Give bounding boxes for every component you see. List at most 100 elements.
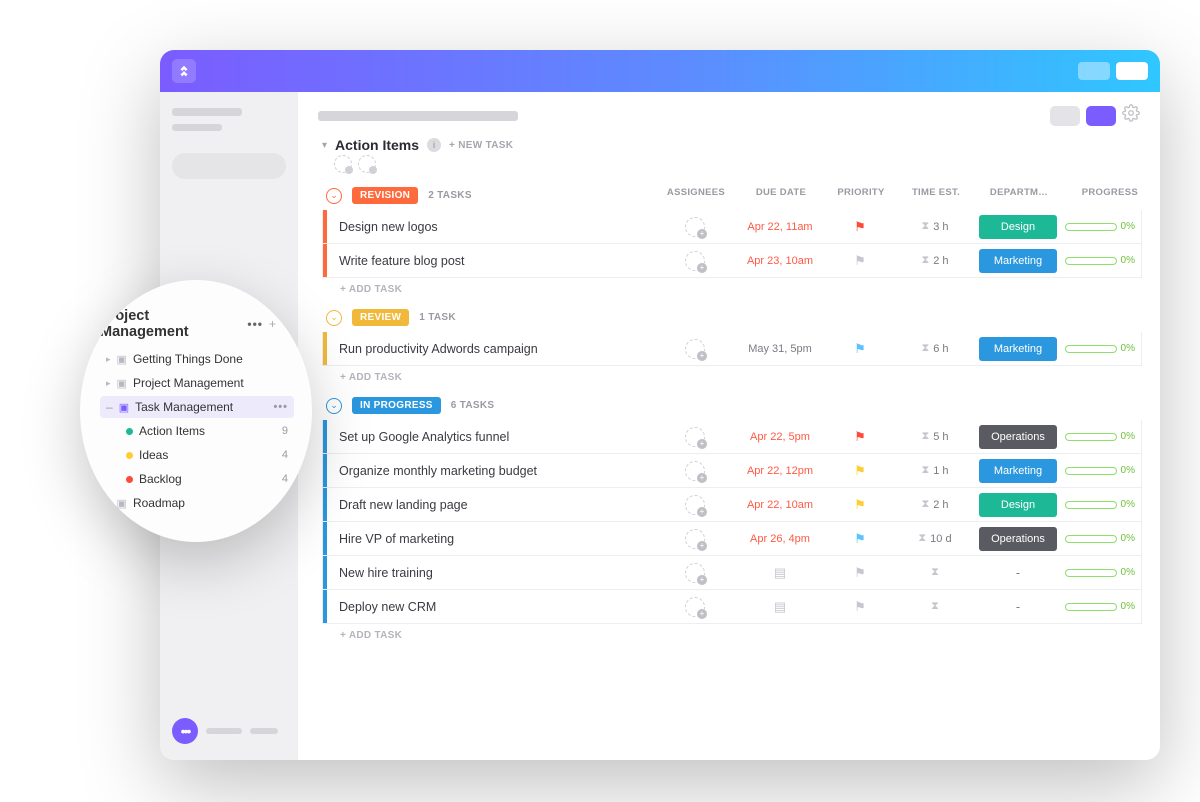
calendar-icon[interactable]: ▤ xyxy=(774,565,786,581)
task-row[interactable]: Run productivity Adwords campaign May 31… xyxy=(322,332,1142,366)
task-title[interactable]: Design new logos xyxy=(327,220,655,234)
priority-flag-icon[interactable]: ⚑ xyxy=(854,599,866,615)
department-empty[interactable]: - xyxy=(1016,600,1020,614)
priority-flag-icon[interactable]: ⚑ xyxy=(854,341,866,357)
collapse-icon[interactable]: ⌄ xyxy=(326,398,342,414)
sidebar-folder[interactable]: ▸▣Getting Things Done xyxy=(100,348,294,370)
department-empty[interactable]: - xyxy=(1016,566,1020,580)
due-date-cell[interactable]: May 31, 5pm xyxy=(735,343,825,355)
sidebar-search[interactable] xyxy=(172,153,286,179)
collapse-caret-icon[interactable]: ▾ xyxy=(322,140,327,151)
more-icon[interactable]: ••• xyxy=(273,401,288,413)
filter-flag-icon[interactable] xyxy=(334,155,352,173)
sidebar-folder[interactable]: –▣Task Management••• xyxy=(100,396,294,418)
time-estimate-cell[interactable]: ⧗1 h xyxy=(895,464,975,477)
assignee-add-icon[interactable] xyxy=(685,597,705,617)
due-date-cell[interactable]: Apr 22, 11am xyxy=(735,221,825,233)
progress-cell[interactable]: 0% xyxy=(1061,499,1141,510)
due-date-cell[interactable]: ▤ xyxy=(735,599,825,615)
time-estimate-cell[interactable]: ⧗3 h xyxy=(895,220,975,233)
assignee-add-icon[interactable] xyxy=(685,461,705,481)
due-date-cell[interactable]: Apr 22, 10am xyxy=(735,499,825,511)
more-icon[interactable]: ••• xyxy=(247,317,263,331)
task-title[interactable]: Draft new landing page xyxy=(327,498,655,512)
assignee-add-icon[interactable] xyxy=(685,251,705,271)
department-tag[interactable]: Marketing xyxy=(979,337,1057,361)
task-row[interactable]: Design new logos Apr 22, 11am ⚑ ⧗3 h Des… xyxy=(322,210,1142,244)
department-tag[interactable]: Marketing xyxy=(979,459,1057,483)
add-icon[interactable]: + xyxy=(269,317,276,331)
assignee-add-icon[interactable] xyxy=(685,427,705,447)
new-task-button[interactable]: + NEW TASK xyxy=(449,140,513,151)
assignee-add-icon[interactable] xyxy=(685,339,705,359)
topbar-action-2[interactable] xyxy=(1116,62,1148,80)
progress-cell[interactable]: 0% xyxy=(1061,343,1141,354)
task-row[interactable]: Hire VP of marketing Apr 26, 4pm ⚑ ⧗10 d… xyxy=(322,522,1142,556)
task-row[interactable]: Organize monthly marketing budget Apr 22… xyxy=(322,454,1142,488)
info-icon[interactable]: i xyxy=(427,138,441,152)
sidebar-folder[interactable]: ▸▣Project Management xyxy=(100,372,294,394)
hourglass-icon[interactable]: ⧗ xyxy=(931,566,939,579)
due-date-cell[interactable]: Apr 22, 12pm xyxy=(735,465,825,477)
task-title[interactable]: Hire VP of marketing xyxy=(327,532,655,546)
topbar-action-1[interactable] xyxy=(1078,62,1110,80)
priority-flag-icon[interactable]: ⚑ xyxy=(854,531,866,547)
due-date-cell[interactable]: Apr 22, 5pm xyxy=(735,431,825,443)
due-date-cell[interactable]: Apr 23, 10am xyxy=(735,255,825,267)
view-toggle-2[interactable] xyxy=(1086,106,1116,126)
time-estimate-cell[interactable]: ⧗ xyxy=(895,600,975,613)
add-task-button[interactable]: + ADD TASK xyxy=(322,366,1142,387)
priority-flag-icon[interactable]: ⚑ xyxy=(854,565,866,581)
priority-flag-icon[interactable]: ⚑ xyxy=(854,463,866,479)
status-tag[interactable]: REVISION xyxy=(352,187,418,204)
filter-assignee-icon[interactable] xyxy=(358,155,376,173)
progress-cell[interactable]: 0% xyxy=(1061,533,1141,544)
add-task-button[interactable]: + ADD TASK xyxy=(322,624,1142,645)
status-tag[interactable]: REVIEW xyxy=(352,309,409,326)
time-estimate-cell[interactable]: ⧗10 d xyxy=(895,532,975,545)
sidebar-list[interactable]: Action Items9 xyxy=(100,420,294,442)
progress-cell[interactable]: 0% xyxy=(1061,601,1141,612)
chat-icon[interactable]: ••• xyxy=(172,718,198,744)
department-tag[interactable]: Operations xyxy=(979,425,1057,449)
time-estimate-cell[interactable]: ⧗ xyxy=(895,566,975,579)
progress-cell[interactable]: 0% xyxy=(1061,221,1141,232)
gear-icon[interactable] xyxy=(1122,104,1140,127)
task-title[interactable]: Write feature blog post xyxy=(327,254,655,268)
sidebar-list[interactable]: Ideas4 xyxy=(100,444,294,466)
progress-cell[interactable]: 0% xyxy=(1061,255,1141,266)
time-estimate-cell[interactable]: ⧗2 h xyxy=(895,498,975,511)
task-row[interactable]: New hire training ▤ ⚑ ⧗ - 0% xyxy=(322,556,1142,590)
time-estimate-cell[interactable]: ⧗6 h xyxy=(895,342,975,355)
app-logo-icon[interactable] xyxy=(172,59,196,83)
calendar-icon[interactable]: ▤ xyxy=(774,599,786,615)
due-date-cell[interactable]: Apr 26, 4pm xyxy=(735,533,825,545)
add-task-button[interactable]: + ADD TASK xyxy=(322,278,1142,299)
department-tag[interactable]: Marketing xyxy=(979,249,1057,273)
department-tag[interactable]: Design xyxy=(979,493,1057,517)
assignee-add-icon[interactable] xyxy=(685,529,705,549)
progress-cell[interactable]: 0% xyxy=(1061,431,1141,442)
due-date-cell[interactable]: ▤ xyxy=(735,565,825,581)
progress-cell[interactable]: 0% xyxy=(1061,465,1141,476)
task-row[interactable]: Deploy new CRM ▤ ⚑ ⧗ - 0% xyxy=(322,590,1142,624)
task-title[interactable]: Set up Google Analytics funnel xyxy=(327,430,655,444)
assignee-add-icon[interactable] xyxy=(685,563,705,583)
task-title[interactable]: Deploy new CRM xyxy=(327,600,655,614)
priority-flag-icon[interactable]: ⚑ xyxy=(854,253,866,269)
status-tag[interactable]: IN PROGRESS xyxy=(352,397,441,414)
task-row[interactable]: Write feature blog post Apr 23, 10am ⚑ ⧗… xyxy=(322,244,1142,278)
sidebar-list[interactable]: Backlog4 xyxy=(100,468,294,490)
hourglass-icon[interactable]: ⧗ xyxy=(931,600,939,613)
collapse-icon[interactable]: ⌄ xyxy=(326,188,342,204)
view-toggle-1[interactable] xyxy=(1050,106,1080,126)
task-row[interactable]: Draft new landing page Apr 22, 10am ⚑ ⧗2… xyxy=(322,488,1142,522)
task-title[interactable]: Run productivity Adwords campaign xyxy=(327,342,655,356)
collapse-icon[interactable]: ⌄ xyxy=(326,310,342,326)
department-tag[interactable]: Operations xyxy=(979,527,1057,551)
task-title[interactable]: New hire training xyxy=(327,566,655,580)
priority-flag-icon[interactable]: ⚑ xyxy=(854,219,866,235)
assignee-add-icon[interactable] xyxy=(685,217,705,237)
time-estimate-cell[interactable]: ⧗5 h xyxy=(895,430,975,443)
priority-flag-icon[interactable]: ⚑ xyxy=(854,497,866,513)
